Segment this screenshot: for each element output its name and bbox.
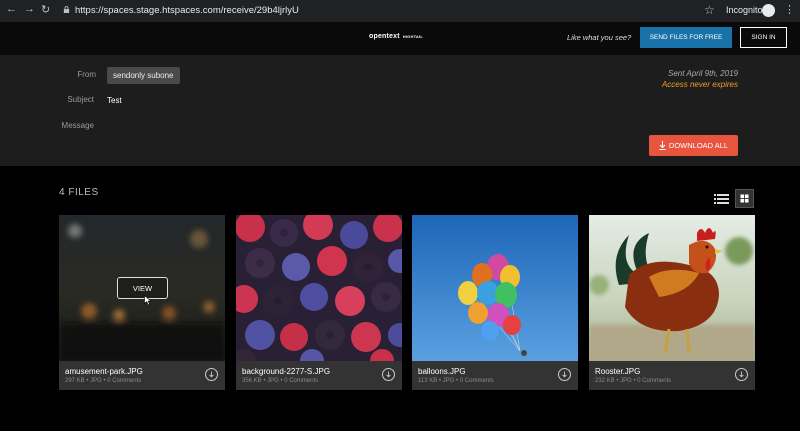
incognito-label: Incognito bbox=[726, 5, 763, 15]
opentext-logo[interactable]: opentext HIGHTAIL bbox=[369, 33, 423, 40]
file-meta: 297 KB • JPG • 0 Comments bbox=[65, 378, 142, 384]
file-info: balloons.JPG 113 KB • JPG • 0 Comments bbox=[412, 361, 578, 390]
file-meta: 113 KB • JPG • 0 Comments bbox=[418, 378, 494, 384]
file-card[interactable]: VIEW amusement-park.JPG 297 KB • JPG • 0… bbox=[59, 215, 225, 390]
browser-menu-icon[interactable]: ⋮ bbox=[784, 3, 795, 16]
bookmark-star-icon[interactable]: ☆ bbox=[704, 3, 715, 17]
view-button[interactable]: VIEW bbox=[117, 277, 168, 299]
send-files-button[interactable]: SEND FILES FOR FREE bbox=[640, 27, 732, 48]
subject-value: Test bbox=[107, 96, 122, 105]
browser-toolbar: ← → ↻ https://spaces.stage.htspaces.com/… bbox=[0, 0, 800, 22]
file-thumbnail[interactable] bbox=[412, 215, 578, 361]
sender-chip: sendonly subone bbox=[107, 67, 180, 84]
site-header: opentext HIGHTAIL Like what you see? SEND… bbox=[0, 22, 800, 55]
forward-arrow-icon[interactable]: → bbox=[24, 3, 35, 15]
download-icon bbox=[659, 141, 666, 150]
file-count: 4 FILES bbox=[59, 187, 99, 198]
file-info: background-2277-S.JPG 356 KB • JPG • 0 C… bbox=[236, 361, 402, 390]
subject-label: Subject bbox=[67, 95, 94, 104]
message-panel: From sendonly subone Subject Test Messag… bbox=[0, 55, 800, 166]
file-meta: 232 KB • JPG • 0 Comments bbox=[595, 378, 672, 384]
incognito-icon[interactable] bbox=[762, 4, 775, 17]
grid-view-icon[interactable] bbox=[735, 189, 754, 208]
download-icon[interactable] bbox=[735, 368, 748, 381]
file-thumbnail[interactable] bbox=[236, 215, 402, 361]
sent-date: Sent April 9th, 2019 bbox=[668, 69, 738, 78]
mouse-cursor-icon bbox=[144, 295, 152, 306]
download-icon[interactable] bbox=[382, 368, 395, 381]
sign-in-button[interactable]: SIGN IN bbox=[740, 27, 787, 48]
reload-icon[interactable]: ↻ bbox=[41, 3, 50, 16]
list-view-icon[interactable] bbox=[713, 190, 730, 207]
file-name[interactable]: Rooster.JPG bbox=[595, 367, 640, 376]
file-card[interactable]: background-2277-S.JPG 356 KB • JPG • 0 C… bbox=[236, 215, 402, 390]
expiry-text: Access never expires bbox=[661, 80, 738, 89]
promo-text: Like what you see? bbox=[567, 33, 632, 42]
file-name[interactable]: background-2277-S.JPG bbox=[242, 367, 330, 376]
file-info: amusement-park.JPG 297 KB • JPG • 0 Comm… bbox=[59, 361, 225, 390]
back-arrow-icon[interactable]: ← bbox=[6, 3, 17, 15]
file-info: Rooster.JPG 232 KB • JPG • 0 Comments bbox=[589, 361, 755, 390]
file-card[interactable]: balloons.JPG 113 KB • JPG • 0 Comments bbox=[412, 215, 578, 390]
message-label: Message bbox=[61, 121, 94, 130]
lock-icon bbox=[63, 6, 70, 13]
address-bar[interactable]: https://spaces.stage.htspaces.com/receiv… bbox=[75, 5, 299, 16]
file-card[interactable]: Rooster.JPG 232 KB • JPG • 0 Comments bbox=[589, 215, 755, 390]
file-name[interactable]: amusement-park.JPG bbox=[65, 367, 143, 376]
download-icon[interactable] bbox=[205, 368, 218, 381]
download-icon[interactable] bbox=[558, 368, 571, 381]
file-meta: 356 KB • JPG • 0 Comments bbox=[242, 378, 319, 384]
file-thumbnail[interactable] bbox=[589, 215, 755, 361]
file-name[interactable]: balloons.JPG bbox=[418, 367, 466, 376]
download-all-button[interactable]: DOWNLOAD ALL bbox=[649, 135, 738, 156]
from-label: From bbox=[77, 70, 96, 79]
